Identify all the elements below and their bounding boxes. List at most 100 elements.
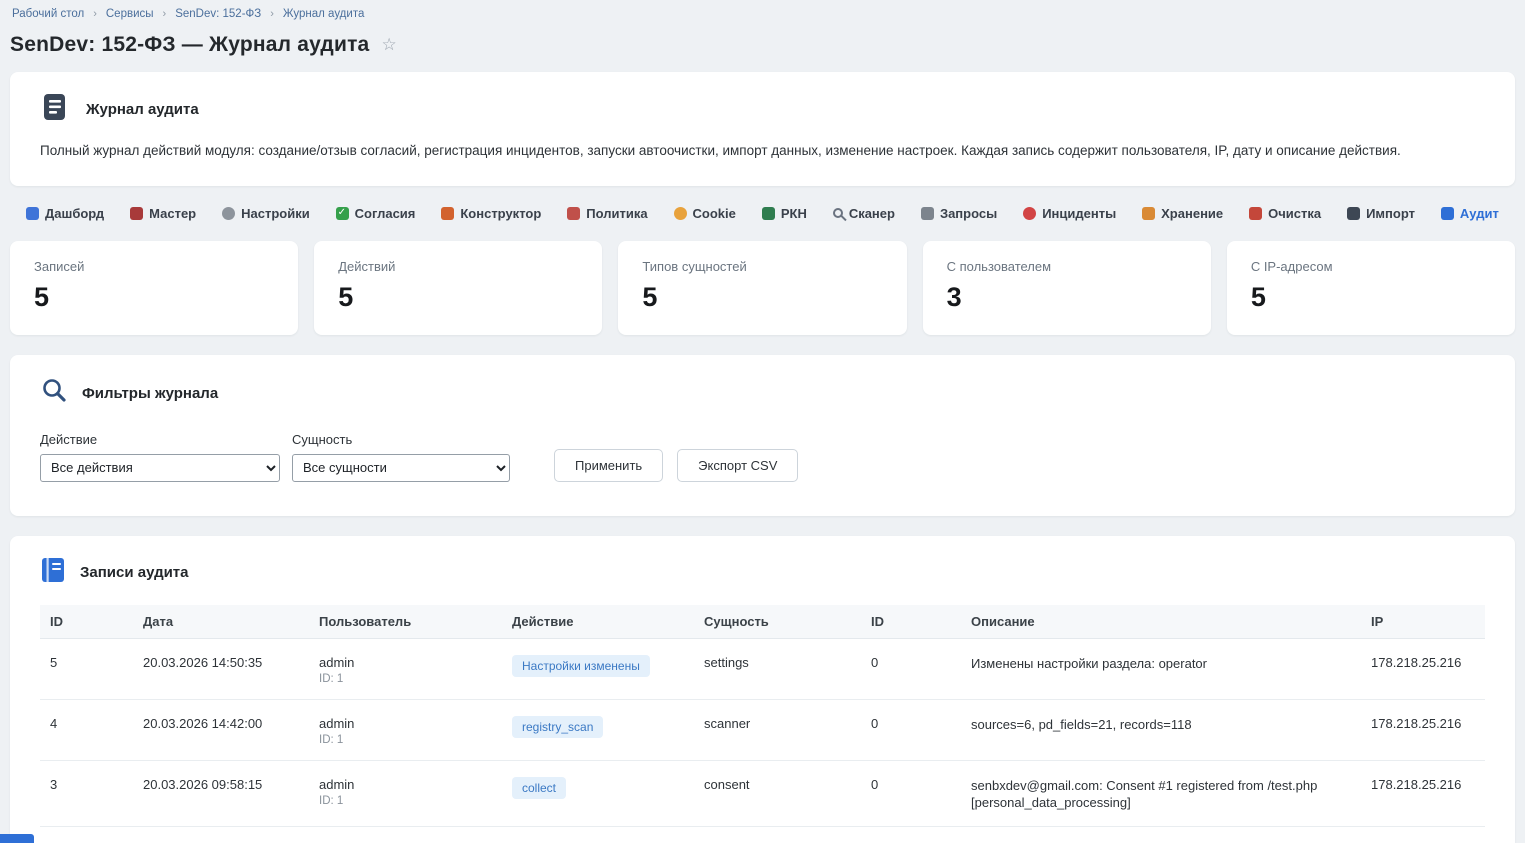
col-action[interactable]: Действие	[502, 605, 694, 639]
tab-constructor[interactable]: Конструктор	[441, 206, 541, 221]
breadcrumb-audit[interactable]: Журнал аудита	[283, 8, 364, 20]
stat-card-with-ip: С IP-адресом 5	[1227, 241, 1515, 335]
tab-label: РКН	[781, 206, 807, 221]
storage-box-icon	[1142, 207, 1155, 220]
tab-label: Согласия	[355, 206, 416, 221]
col-ip[interactable]: IP	[1361, 605, 1485, 639]
cell-description: senbxdev@gmail.com: Consent #1 registere…	[961, 760, 1361, 826]
cell-description: system: Scheduled data registry scan com…	[961, 826, 1361, 843]
audit-book-icon	[1441, 207, 1454, 220]
stat-value: 5	[642, 282, 882, 313]
user-login: admin	[319, 777, 492, 792]
user-id: ID: 1	[319, 795, 492, 807]
col-entity-id[interactable]: ID	[861, 605, 961, 639]
stats-row: Записей 5 Действий 5 Типов сущностей 5 С…	[10, 241, 1515, 335]
tab-rkn[interactable]: РКН	[762, 206, 807, 221]
cell-description: sources=6, pd_fields=21, records=118	[961, 699, 1361, 760]
tab-scanner[interactable]: Сканер	[833, 206, 895, 221]
tab-settings[interactable]: Настройки	[222, 206, 310, 221]
cell-user: admin ID: 1	[309, 760, 502, 826]
user-id: ID: 1	[319, 734, 492, 746]
export-csv-button[interactable]: Экспорт CSV	[677, 449, 798, 482]
col-date[interactable]: Дата	[133, 605, 309, 639]
col-description[interactable]: Описание	[961, 605, 1361, 639]
stat-label: Записей	[34, 259, 274, 274]
apply-button[interactable]: Применить	[554, 449, 663, 482]
tab-label: Политика	[586, 206, 647, 221]
col-entity[interactable]: Сущность	[694, 605, 861, 639]
user-id: ID: 1	[319, 673, 492, 685]
entity-filter-select[interactable]: Все сущности	[292, 454, 510, 482]
action-filter-select[interactable]: Все действия	[40, 454, 280, 482]
tab-incidents[interactable]: Инциденты	[1023, 206, 1116, 221]
cell-id: 2	[40, 826, 133, 843]
cell-date: 20.03.2026 14:50:35	[133, 638, 309, 699]
rkn-document-icon	[762, 207, 775, 220]
breadcrumb: Рабочий стол › Сервисы › SenDev: 152-ФЗ …	[10, 4, 1515, 20]
cell-user: system ID: 0	[309, 826, 502, 843]
cell-entity: settings	[694, 638, 861, 699]
cell-entity: scanner	[694, 699, 861, 760]
records-title: Записи аудита	[80, 564, 189, 581]
col-user[interactable]: Пользователь	[309, 605, 502, 639]
stat-value: 5	[34, 282, 274, 313]
cell-date: 20.03.2026 09:57:48	[133, 826, 309, 843]
tab-cleanup[interactable]: Очистка	[1249, 206, 1321, 221]
cell-ip: 178.218.25.216	[1361, 638, 1485, 699]
stat-label: Действий	[338, 259, 578, 274]
table-row[interactable]: 5 20.03.2026 14:50:35 admin ID: 1 Настро…	[40, 638, 1485, 699]
cell-id: 5	[40, 638, 133, 699]
user-login: admin	[319, 655, 492, 670]
tab-import[interactable]: Импорт	[1347, 206, 1415, 221]
action-badge: registry_scan	[512, 716, 603, 738]
favorite-star-icon[interactable]: ☆	[381, 35, 396, 55]
cell-entity-id: 0	[861, 638, 961, 699]
tab-label: Аудит	[1460, 206, 1499, 221]
tab-dashboard[interactable]: Дашборд	[26, 206, 104, 221]
cell-entity-id: 0	[861, 826, 961, 843]
gear-icon	[222, 207, 235, 220]
user-login: admin	[319, 716, 492, 731]
table-row[interactable]: 3 20.03.2026 09:58:15 admin ID: 1 collec…	[40, 760, 1485, 826]
stat-label: С IP-адресом	[1251, 259, 1491, 274]
constructor-icon	[441, 207, 454, 220]
tab-consents[interactable]: Согласия	[336, 206, 416, 221]
import-arrow-icon	[1347, 207, 1360, 220]
breadcrumb-services[interactable]: Сервисы	[106, 8, 154, 20]
tab-label: Хранение	[1161, 206, 1223, 221]
tab-storage[interactable]: Хранение	[1142, 206, 1223, 221]
tab-audit[interactable]: Аудит	[1441, 206, 1499, 221]
tab-master[interactable]: Мастер	[130, 206, 196, 221]
cell-date: 20.03.2026 14:42:00	[133, 699, 309, 760]
breadcrumb-separator: ›	[270, 8, 274, 20]
document-icon	[567, 207, 580, 220]
breadcrumb-module[interactable]: SenDev: 152-ФЗ	[175, 8, 261, 20]
action-filter-label: Действие	[40, 432, 280, 447]
tab-policy[interactable]: Политика	[567, 206, 647, 221]
journal-icon	[40, 92, 70, 127]
cell-user: admin ID: 1	[309, 699, 502, 760]
cell-entity: data_registry	[694, 826, 861, 843]
book-icon	[40, 556, 66, 589]
col-id[interactable]: ID	[40, 605, 133, 639]
cell-entity-id: 0	[861, 699, 961, 760]
table-row[interactable]: 4 20.03.2026 14:42:00 admin ID: 1 regist…	[40, 699, 1485, 760]
intro-title: Журнал аудита	[86, 101, 199, 118]
table-row[interactable]: 2 20.03.2026 09:57:48 system ID: 0 proce…	[40, 826, 1485, 843]
audit-table: ID Дата Пользователь Действие Сущность I…	[40, 605, 1485, 843]
tab-label: Сканер	[849, 206, 895, 221]
cell-description: Изменены настройки раздела: operator	[961, 638, 1361, 699]
tab-label: Настройки	[241, 206, 310, 221]
filters-card: Фильтры журнала Действие Все действия Су…	[10, 355, 1515, 516]
tab-label: Очистка	[1268, 206, 1321, 221]
stat-card-with-user: С пользователем 3	[923, 241, 1211, 335]
tab-requests[interactable]: Запросы	[921, 206, 997, 221]
tab-cookie[interactable]: Cookie	[674, 206, 736, 221]
cell-action: registry_scan	[502, 699, 694, 760]
intro-description: Полный журнал действий модуля: создание/…	[40, 142, 1485, 161]
filter-magnifier-icon	[40, 377, 68, 410]
cell-ip: 178.218.25.216	[1361, 699, 1485, 760]
breadcrumb-desktop[interactable]: Рабочий стол	[12, 8, 84, 20]
cell-action: Настройки изменены	[502, 638, 694, 699]
audit-records-card: Записи аудита ID Дата Пользователь Дейст…	[10, 536, 1515, 843]
